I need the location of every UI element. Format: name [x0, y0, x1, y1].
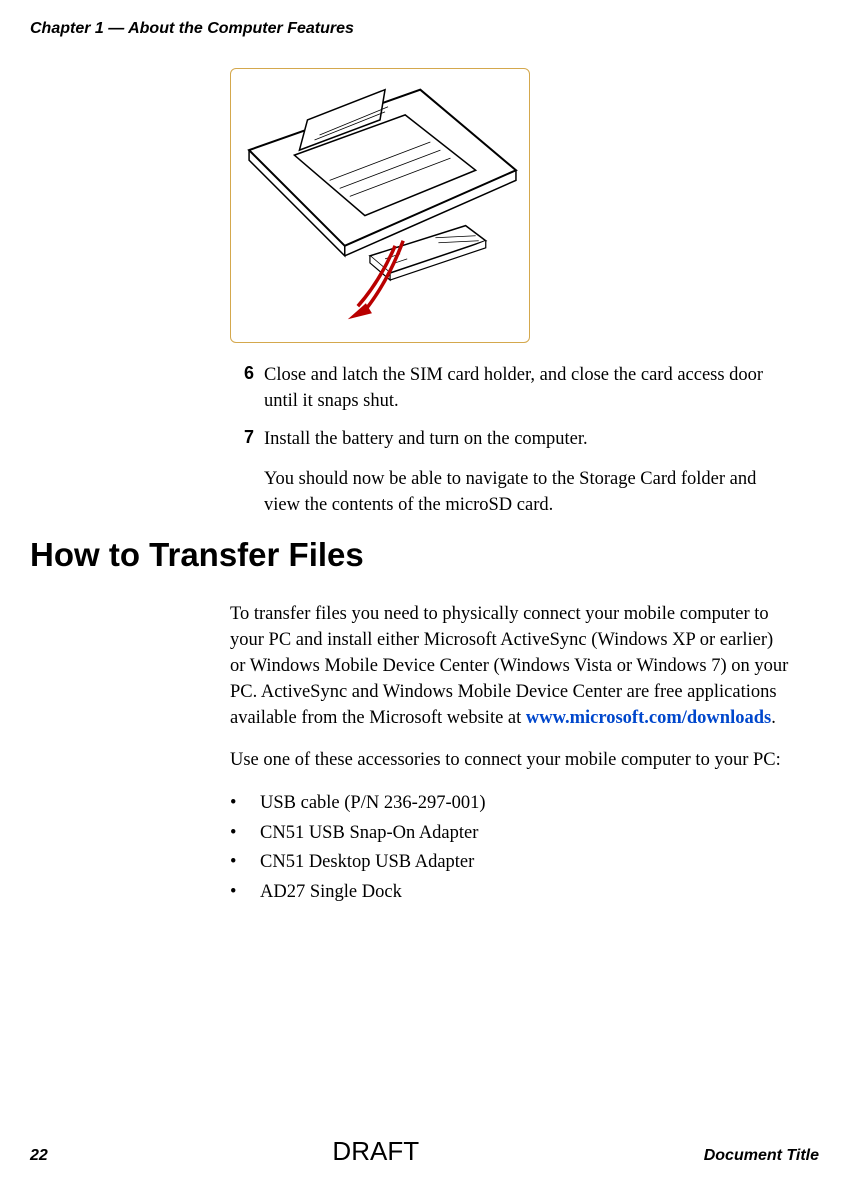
figure-container — [230, 68, 819, 343]
page-footer: 22 DRAFT Document Title — [30, 1136, 819, 1167]
step-text: Install the battery and turn on the comp… — [264, 427, 588, 453]
sim-slot-illustration — [239, 77, 521, 334]
bullet-icon: • — [230, 849, 260, 877]
page-header: Chapter 1 — About the Computer Features — [30, 20, 819, 38]
para-text-post: . — [771, 708, 776, 728]
microsd-card-icon — [370, 226, 486, 280]
step-7: 7 Install the battery and turn on the co… — [230, 427, 789, 453]
microsoft-downloads-link[interactable]: www.microsoft.com/downloads — [526, 708, 771, 728]
step-number: 6 — [230, 363, 254, 415]
list-item-label: CN51 USB Snap-On Adapter — [260, 820, 478, 848]
transfer-paragraph: To transfer files you need to physically… — [230, 602, 789, 731]
list-item: • USB cable (P/N 236-297-001) — [230, 790, 789, 818]
step-follow-text: You should now be able to navigate to th… — [264, 467, 789, 519]
step-number: 7 — [230, 427, 254, 453]
document-title: Document Title — [704, 1147, 819, 1165]
accessories-intro: Use one of these accessories to connect … — [230, 748, 789, 774]
step-text: Close and latch the SIM card holder, and… — [264, 363, 789, 415]
sim-card-figure — [230, 68, 530, 343]
list-item-label: USB cable (P/N 236-297-001) — [260, 790, 486, 818]
accessories-list: • USB cable (P/N 236-297-001) • CN51 USB… — [230, 790, 789, 907]
list-item: • CN51 Desktop USB Adapter — [230, 849, 789, 877]
list-item: • CN51 USB Snap-On Adapter — [230, 820, 789, 848]
list-item: • AD27 Single Dock — [230, 879, 789, 907]
bullet-icon: • — [230, 820, 260, 848]
page-number: 22 — [30, 1147, 48, 1165]
section-heading: How to Transfer Files — [30, 536, 819, 574]
list-item-label: CN51 Desktop USB Adapter — [260, 849, 474, 877]
bullet-icon: • — [230, 879, 260, 907]
bullet-icon: • — [230, 790, 260, 818]
step-6: 6 Close and latch the SIM card holder, a… — [230, 363, 789, 415]
list-item-label: AD27 Single Dock — [260, 879, 402, 907]
draft-watermark: DRAFT — [332, 1136, 419, 1167]
